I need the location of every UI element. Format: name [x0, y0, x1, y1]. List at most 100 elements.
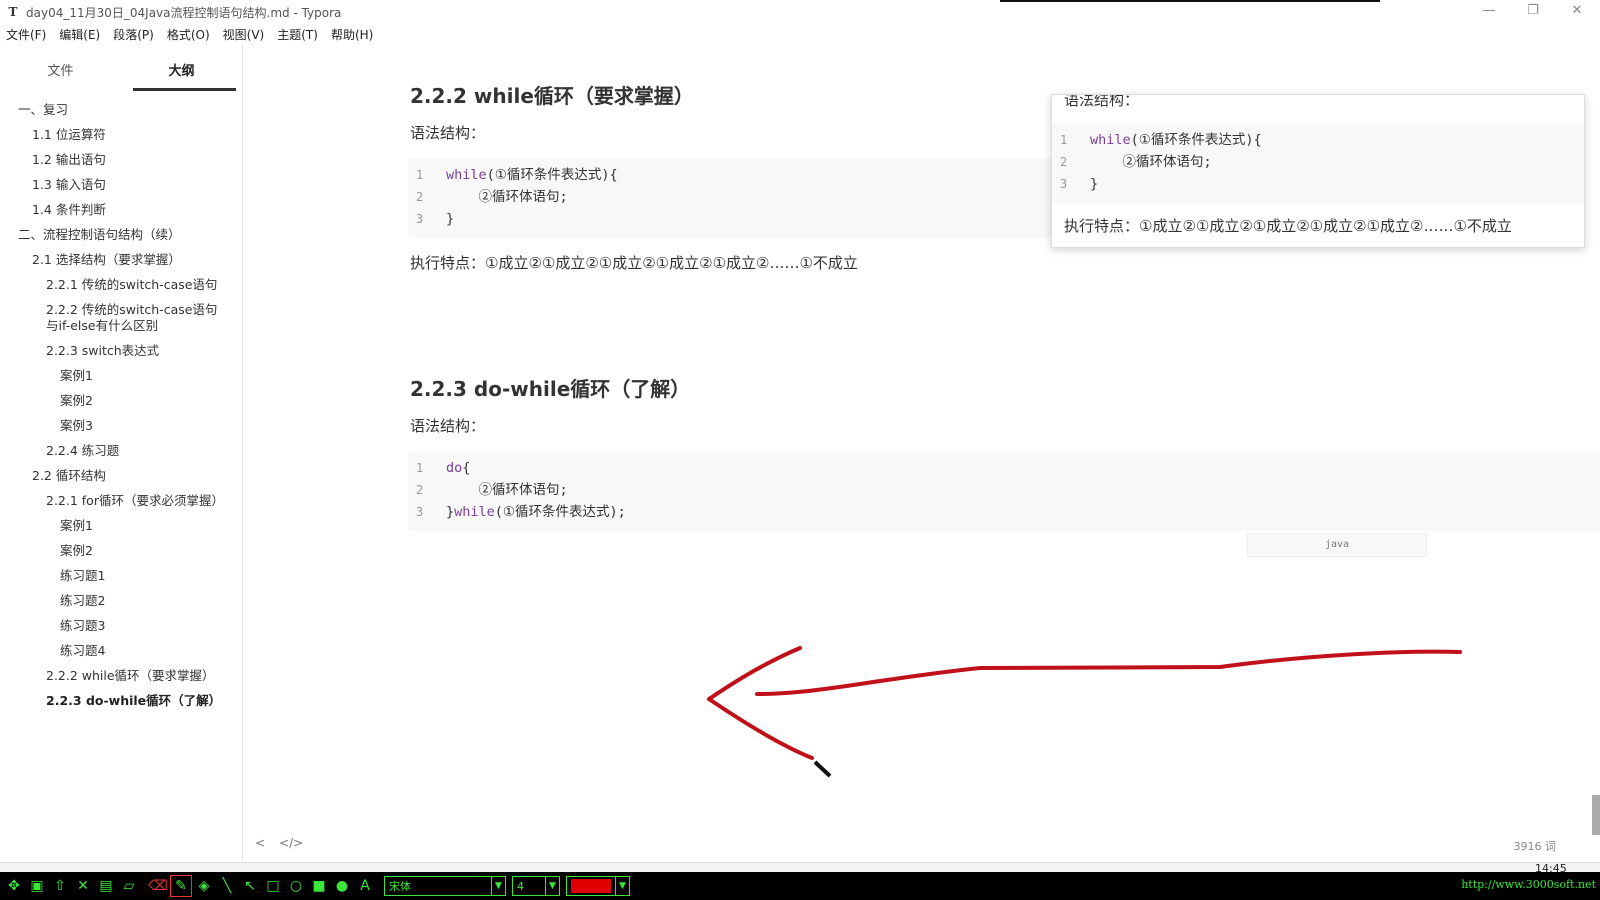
menu-edit[interactable]: 编辑(E) [59, 26, 100, 43]
source-code-mode-icon[interactable]: </> [279, 836, 303, 850]
outline-item[interactable]: 1.1 位运算符 [0, 127, 243, 143]
menu-help[interactable]: 帮助(H) [331, 26, 373, 43]
outline-item[interactable]: 2.2.4 练习题 [0, 443, 243, 459]
typora-app-icon: T [8, 5, 18, 19]
pen-size-select[interactable]: 4 ▼ [512, 876, 560, 896]
pen-color-select[interactable]: ▼ [566, 876, 630, 896]
outline-item[interactable]: 2.2.1 for循环（要求必须掌握） [0, 493, 243, 509]
code-keyword: while [1090, 132, 1131, 148]
outline-item[interactable]: 一、复习 [0, 102, 243, 118]
heading-while-loop: 2.2.2 while循环（要求掌握） [410, 84, 694, 108]
chevron-down-icon: ▼ [615, 877, 629, 895]
menu-theme[interactable]: 主题(T) [277, 26, 318, 43]
filled-ellipse-icon[interactable]: ● [332, 876, 352, 896]
save-icon[interactable]: ▤ [96, 876, 116, 896]
tab-outline[interactable]: 大纲 [121, 44, 242, 91]
popup-code-block: 1 while(①循环条件表达式){2 ②循环体语句; 3} [1052, 123, 1584, 203]
window-title: day04_11月30日_04Java流程控制语句结构.md - Typora [26, 5, 342, 20]
outline-item[interactable]: 案例1 [0, 518, 243, 534]
title-bar: T day04_11月30日_04Java流程控制语句结构.md - Typor… [0, 0, 1600, 24]
code-rest: { [462, 460, 471, 476]
outline-item[interactable]: 2.2.1 传统的switch-case语句 [0, 277, 243, 293]
outline-item[interactable]: 案例2 [0, 393, 243, 409]
move-tool-icon[interactable]: ✥ [4, 876, 24, 896]
outline-item[interactable]: 2.2.3 switch表达式 [0, 343, 243, 359]
outline-item[interactable]: 1.2 输出语句 [0, 152, 243, 168]
rectangle-tool-icon[interactable]: □ [263, 876, 283, 896]
menu-format[interactable]: 格式(O) [167, 26, 210, 43]
minimize-button[interactable]: — [1466, 0, 1512, 24]
outline-item[interactable]: 2.1 选择结构（要求掌握） [0, 252, 243, 268]
eraser-icon[interactable]: ⌫ [148, 876, 168, 896]
outline-item[interactable]: 练习题4 [0, 643, 243, 659]
line-number: 3 [416, 505, 424, 519]
sidebar: 文件 大纲 一、复习 1.1 位运算符 1.2 输出语句 1.3 输入语句 1.4 条件… [0, 44, 243, 862]
outline-item[interactable]: 案例1 [0, 368, 243, 384]
line-tool-icon[interactable]: ╲ [217, 876, 237, 896]
text-tool-icon[interactable]: A [355, 876, 375, 896]
outline-item[interactable]: 1.3 输入语句 [0, 177, 243, 193]
menu-view[interactable]: 视图(V) [223, 26, 265, 43]
code-keyword: while [454, 504, 495, 520]
sidebar-tabs: 文件 大纲 [0, 44, 242, 91]
outline-item[interactable]: 二、流程控制语句结构（续） [0, 227, 243, 243]
dowhile-code-block[interactable]: 1 do{2 ②循环体语句; 3}while(①循环条件表达式); [408, 451, 1600, 531]
popup-feature-text: 执行特点：①成立②①成立②①成立②①成立②①成立②……①不成立 [1064, 217, 1512, 235]
code-line: 2 ②循环体语句; [408, 479, 1600, 501]
outline-item[interactable]: 2.2.3 do-while循环（了解） [0, 693, 243, 709]
up-arrow-icon[interactable]: ⇧ [50, 876, 70, 896]
code-keyword: while [446, 167, 487, 183]
ellipse-tool-icon[interactable]: ○ [286, 876, 306, 896]
code-line: 3}while(①循环条件表达式); [408, 501, 1600, 523]
menu-bar: 文件(F) 编辑(E) 段落(P) 格式(O) 视图(V) 主题(T) 帮助(H… [0, 24, 1600, 44]
line-number: 3 [416, 212, 424, 226]
outline-list: 一、复习 1.1 位运算符 1.2 输出语句 1.3 输入语句 1.4 条件判断 二、流程… [0, 102, 243, 718]
chevron-down-icon: ▼ [491, 877, 505, 895]
line-number: 1 [416, 461, 424, 475]
pen-tool-icon[interactable]: ✎ [170, 875, 192, 897]
filled-rectangle-icon[interactable]: ■ [309, 876, 329, 896]
outline-item[interactable]: 案例3 [0, 418, 243, 434]
window-tool-icon[interactable]: ▣ [27, 876, 47, 896]
font-select[interactable]: 宋体 ▼ [384, 876, 506, 896]
outline-item[interactable]: 练习题2 [0, 593, 243, 609]
outline-item[interactable]: 练习题3 [0, 618, 243, 634]
close-tool-icon[interactable]: ✕ [73, 876, 93, 896]
outline-item[interactable]: 案例2 [0, 543, 243, 559]
vendor-url[interactable]: http://www.3000soft.net [1461, 878, 1596, 891]
outline-item[interactable]: 2.2 循环结构 [0, 468, 243, 484]
heading-do-while-loop: 2.2.3 do-while循环（了解） [410, 377, 691, 401]
system-clock: 14:45 [1535, 862, 1567, 875]
editor-scrollbar[interactable] [1592, 795, 1600, 835]
line-number: 3 [1060, 177, 1068, 191]
outline-item[interactable]: 2.2.2 while循环（要求掌握） [0, 668, 243, 684]
menu-paragraph[interactable]: 段落(P) [113, 26, 154, 43]
back-icon[interactable]: < [255, 836, 265, 850]
code-rest: } [1090, 176, 1099, 192]
restore-button[interactable]: ❐ [1510, 0, 1556, 24]
line-number: 2 [416, 483, 424, 497]
tab-files[interactable]: 文件 [0, 44, 121, 90]
font-select-value: 宋体 [389, 880, 411, 893]
menu-file[interactable]: 文件(F) [6, 26, 46, 43]
fill-tool-icon[interactable]: ◈ [194, 876, 214, 896]
word-count: 3916 词 [1513, 840, 1557, 853]
code-line: 2 ②循环体语句; [1052, 151, 1584, 173]
close-button[interactable]: ✕ [1554, 0, 1600, 24]
pen-size-value: 4 [517, 879, 524, 893]
outline-item[interactable]: 1.4 条件判断 [0, 202, 243, 218]
popup-syntax-label: 语法结构： [1064, 94, 1140, 109]
code-rest: } [446, 211, 455, 227]
outline-item[interactable]: 练习题1 [0, 568, 243, 584]
outline-item[interactable]: 2.2.2 传统的switch-case语句与if-else有什么区别 [0, 302, 243, 334]
code-text: ②循环体语句; [1090, 151, 1212, 173]
arrow-tool-icon[interactable]: ↖ [240, 876, 260, 896]
taskbar-strip [0, 862, 1600, 872]
title-bar-divider [1000, 0, 1380, 2]
line-number: 2 [1060, 155, 1068, 169]
open-folder-icon[interactable]: ▱ [119, 876, 139, 896]
code-language-selector[interactable]: java [1247, 533, 1427, 557]
code-rest: ②循环体语句; [446, 482, 568, 498]
dowhile-syntax-label: 语法结构： [410, 417, 486, 435]
line-number: 1 [1060, 133, 1068, 147]
